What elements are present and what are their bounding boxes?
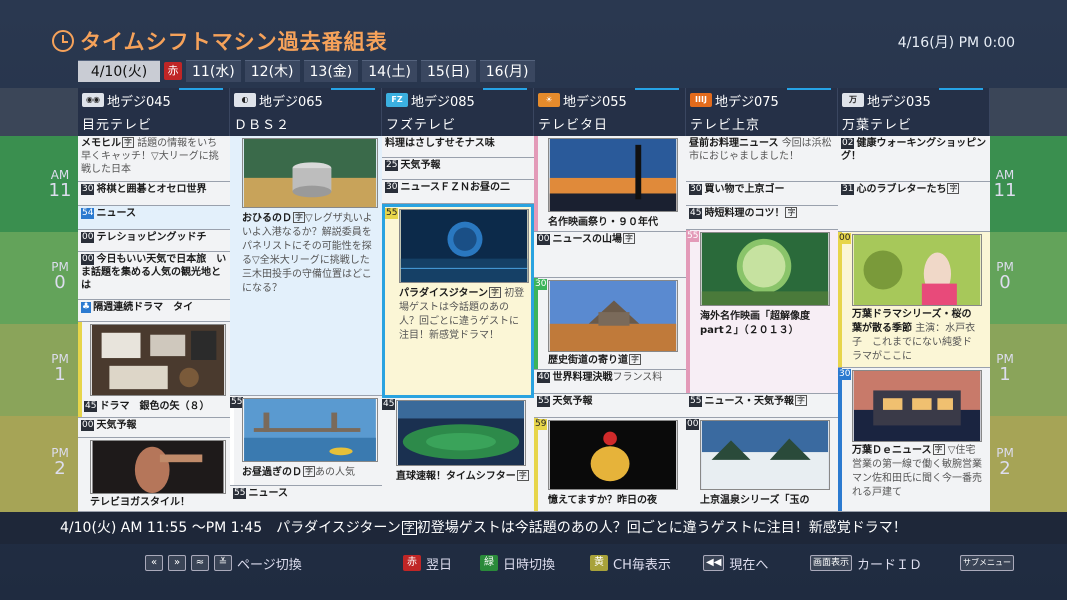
date-tabs: 4/10(火) 赤 11(水) 12(木) 13(金) 14(土) 15(日) … bbox=[78, 60, 535, 82]
time-label-left-pm1: PM 1 bbox=[51, 352, 69, 385]
channel-logo-icon: 万 bbox=[842, 93, 864, 107]
tab-date-0414[interactable]: 14(土) bbox=[362, 60, 417, 82]
page-left-icon: « bbox=[145, 555, 163, 571]
submenu-key-icon: サブメニュー bbox=[960, 555, 1014, 571]
submenu-button[interactable]: サブメニュー bbox=[960, 554, 1014, 572]
current-datetime: 4/16(月) PM 0:00 bbox=[897, 35, 1015, 51]
tab-date-0410[interactable]: 4/10(火) bbox=[78, 60, 160, 82]
channel-header-065[interactable]: ◐ 地デジ065 ＤＢＳ２ bbox=[230, 88, 382, 136]
program-thumbnail bbox=[700, 232, 830, 306]
selected-program-info: 4/10(火) AM 11:55 ～PM 1:45 パラダイスジターン字初登場ゲ… bbox=[0, 512, 1067, 544]
program-cell[interactable]: 00 テレショッピングッドチ bbox=[78, 230, 230, 252]
program-cell[interactable]: 30 ニュースＦＺＮお昼の二 bbox=[382, 180, 534, 204]
program-cell[interactable]: ♣ 隔週連続ドラマ タイ bbox=[78, 300, 230, 322]
program-cell[interactable]: 54 ニュース bbox=[78, 206, 230, 230]
page-switch-button[interactable]: « » ≈ ≚ ページ切換 bbox=[145, 554, 302, 573]
program-cell[interactable]: 45 直球速報！タイムシフター字 bbox=[382, 398, 534, 512]
channel-logo-icon: ◉◉ bbox=[82, 93, 104, 107]
page-down-icon: ≚ bbox=[214, 555, 232, 571]
program-cell[interactable]: 55 海外名作映画「超解像度part２」（２０１３） bbox=[686, 230, 838, 394]
footer-bar: « » ≈ ≚ ページ切換 赤 翌日 緑 日時切換 黄 CH毎表示 ◀◀ 現在へ… bbox=[0, 548, 1067, 578]
time-label-left-am11: AM 11 bbox=[48, 168, 72, 201]
program-cell[interactable]: メモヒル字 話題の情報をいち早くキャッチ！▽大リーグに挑戦した日本 bbox=[78, 136, 230, 182]
program-cell[interactable]: 00 ニュースの山場字 bbox=[534, 232, 686, 278]
time-label-right-pm2: PM 2 bbox=[996, 446, 1014, 479]
program-cell[interactable]: 59 憶えてますか？昨日の夜 bbox=[534, 418, 686, 512]
red-key-icon: 赤 bbox=[403, 555, 421, 571]
channel-logo-icon: ◐ bbox=[234, 93, 256, 107]
program-thumbnail bbox=[548, 280, 678, 352]
channel-header-055[interactable]: ☀ 地デジ055 テレビタ日 bbox=[534, 88, 686, 136]
program-thumbnail bbox=[548, 138, 678, 212]
tab-date-0415[interactable]: 15(日) bbox=[421, 60, 476, 82]
page-up-icon: ≈ bbox=[191, 555, 209, 571]
program-thumbnail bbox=[242, 138, 378, 208]
tab-date-0416[interactable]: 16(月) bbox=[479, 60, 535, 82]
program-cell[interactable]: 30 将棋と囲碁とオセロ世界 bbox=[78, 182, 230, 206]
program-thumbnail bbox=[90, 324, 226, 396]
program-cell[interactable]: 55 お昼過ぎのＤ 字あの人気 bbox=[230, 396, 382, 486]
program-cell[interactable]: 31 心のラブレターたち字 bbox=[838, 182, 990, 232]
tab-date-0413[interactable]: 13(金) bbox=[303, 60, 359, 82]
program-cell[interactable]: 40 世界料理決戦フランス料 bbox=[534, 370, 686, 394]
time-label-left-pm2: PM 2 bbox=[51, 446, 69, 479]
channel-view-button[interactable]: 黄 CH毎表示 bbox=[590, 554, 671, 573]
channel-header-035[interactable]: 万地デジ035 万葉テレビ bbox=[838, 88, 990, 136]
channel-header-075[interactable]: IIIJ 地デジ075 テレビ上京 bbox=[686, 88, 838, 136]
program-thumbnail bbox=[852, 234, 982, 306]
time-label-right-pm1: PM 1 bbox=[996, 352, 1014, 385]
program-cell[interactable]: 00 上京温泉シリーズ「玉の bbox=[686, 418, 838, 512]
program-cell[interactable]: 45 時短料理のコツ！字 bbox=[686, 206, 838, 230]
program-cell[interactable]: おひるのＤ 字 ▽レグザ丸いよいよ入港なるか？解説委員をパネリストにその可能性を探る… bbox=[230, 136, 382, 396]
time-label-right-am11: AM 11 bbox=[993, 168, 1017, 201]
program-cell[interactable]: 名作映画祭り・９０年代 bbox=[534, 136, 686, 232]
channel-header-045[interactable]: ◉◉ 地デジ045 目元テレビ bbox=[78, 88, 230, 136]
clock-icon bbox=[52, 30, 74, 52]
program-cell[interactable]: 00 万葉ドラマシリーズ・桜の葉が散る季節 主演：水戸衣子 これまでにない純愛ド… bbox=[838, 232, 990, 368]
card-id-button[interactable]: 画面表示 カードＩＤ bbox=[810, 554, 922, 573]
program-cell[interactable]: 昼前お料理ニュース 今回は浜松市におじゃましました！ bbox=[686, 136, 838, 182]
go-to-now-button[interactable]: ◀◀ 現在へ bbox=[703, 554, 768, 573]
program-cell[interactable]: 00 今日もいい天気で日本旅 いま話題を集める人気の観光地とは bbox=[78, 252, 230, 300]
rewind-icon: ◀◀ bbox=[703, 555, 725, 571]
datetime-switch-button[interactable]: 緑 日時切換 bbox=[480, 554, 555, 573]
program-thumbnail bbox=[396, 400, 526, 466]
program-thumbnail bbox=[700, 420, 830, 490]
program-cell[interactable]: 55 ニュース・天気予報字 bbox=[686, 394, 838, 418]
red-key-badge: 赤 bbox=[164, 62, 182, 80]
program-cell[interactable]: 55 天気予報 bbox=[534, 394, 686, 418]
program-cell[interactable]: 25 天気予報 bbox=[382, 158, 534, 180]
program-cell[interactable]: テレビヨガスタイル！ bbox=[78, 438, 230, 512]
program-cell-selected[interactable]: 55 パラダイスジターン字 初登場ゲストは今話題のあの人？回ごとに違うゲストに注… bbox=[382, 204, 534, 398]
program-cell[interactable]: 料理はさしすせそナス味 bbox=[382, 136, 534, 158]
tab-date-0412[interactable]: 12(木) bbox=[244, 60, 300, 82]
program-cell[interactable]: 30 歴史街道の寄り道字 bbox=[534, 278, 686, 370]
yellow-key-icon: 黄 bbox=[590, 555, 608, 571]
channel-logo-icon: ☀ bbox=[538, 93, 560, 107]
program-thumbnail bbox=[852, 370, 982, 442]
program-thumbnail bbox=[548, 420, 678, 490]
time-label-right-pm0: PM 0 bbox=[996, 260, 1014, 293]
tv-guide-screen: タイムシフトマシン過去番組表 4/16(月) PM 0:00 4/10(火) 赤… bbox=[0, 0, 1067, 600]
program-thumbnail bbox=[90, 440, 226, 494]
program-cell[interactable]: 30 買い物で上京ゴー bbox=[686, 182, 838, 206]
page-right-icon: » bbox=[168, 555, 186, 571]
time-label-left-pm0: PM 0 bbox=[51, 260, 69, 293]
next-day-button[interactable]: 赤 翌日 bbox=[403, 554, 452, 573]
program-thumbnail bbox=[399, 209, 529, 283]
program-cell[interactable]: 45 ドラマ 銀色の矢（８） bbox=[78, 322, 230, 418]
channel-logo-icon: IIIJ bbox=[690, 93, 712, 107]
program-cell[interactable]: 00 天気予報 bbox=[78, 418, 230, 438]
program-cell[interactable]: 30 万葉Ｄｅニュース字 ▽住宅営業の第一線で働く敏腕営業マン佐和田氏に聞く今一… bbox=[838, 368, 990, 512]
channel-header-085[interactable]: FZ 地デジ085 フズテレビ bbox=[382, 88, 534, 136]
page-title: タイムシフトマシン過去番組表 bbox=[52, 26, 388, 56]
tab-date-0411[interactable]: 11(水) bbox=[186, 60, 241, 82]
green-key-icon: 緑 bbox=[480, 555, 498, 571]
program-cell[interactable]: 55 ニュース bbox=[230, 486, 382, 512]
channel-logo-icon: FZ bbox=[386, 93, 408, 107]
program-thumbnail bbox=[242, 398, 378, 462]
program-grid: AM 11 PM 0 PM 1 PM 2 AM 11 PM 0 PM 1 PM 2 ◉◉ 地デジ0… bbox=[0, 88, 1067, 512]
program-cell[interactable]: 02 健康ウォーキングショッピング！ bbox=[838, 136, 990, 182]
screen-display-key-icon: 画面表示 bbox=[810, 555, 853, 571]
